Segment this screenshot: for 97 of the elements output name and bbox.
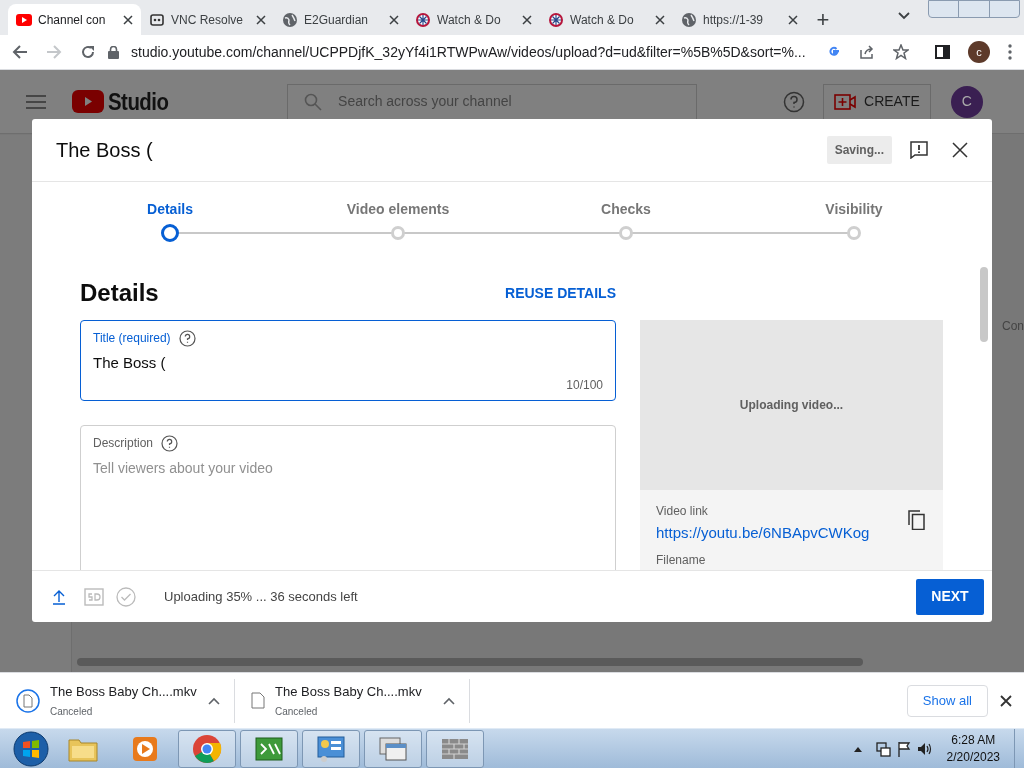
- code-editor-icon[interactable]: [254, 735, 284, 762]
- star-icon[interactable]: [893, 44, 909, 60]
- back-icon[interactable]: [12, 44, 28, 60]
- flag-icon[interactable]: [896, 740, 911, 757]
- help-icon[interactable]: [178, 329, 196, 347]
- scrollbar-thumb[interactable]: [980, 267, 988, 342]
- tab-title: VNC Resolve: [171, 11, 245, 29]
- download-filename: The Boss Baby Ch....mkv: [275, 682, 423, 701]
- step-label[interactable]: Visibility: [825, 199, 883, 220]
- control-panel-icon[interactable]: [316, 734, 346, 763]
- robot-icon: [149, 11, 165, 28]
- download-item[interactable]: The Boss Baby Ch....mkv Canceled: [0, 678, 235, 723]
- browser-tab[interactable]: E2Guardian: [274, 4, 407, 35]
- lock-icon: [108, 45, 119, 59]
- step-label[interactable]: Checks: [601, 199, 651, 220]
- download-status: Canceled: [50, 705, 94, 720]
- video-logo-icon: [72, 90, 104, 113]
- next-button[interactable]: NEXT: [916, 578, 984, 615]
- start-orb-icon[interactable]: [12, 729, 50, 768]
- upload-icon[interactable]: [52, 588, 66, 605]
- step-label[interactable]: Details: [147, 199, 193, 220]
- reload-icon[interactable]: [80, 44, 96, 60]
- tray-arrow-icon[interactable]: [852, 745, 863, 752]
- close-icon[interactable]: [123, 14, 133, 25]
- close-icon[interactable]: [389, 14, 399, 25]
- close-icon[interactable]: [952, 142, 968, 158]
- globe-icon: [282, 11, 298, 28]
- dialog-title: The Boss (: [56, 138, 154, 163]
- address-bar[interactable]: studio.youtube.com/channel/UCPPDjfK_32yYf4i1RTWPwAw/videos/upload?d=ud&filter=%5B%5D&sort=%...: [108, 38, 809, 66]
- share-icon[interactable]: [859, 44, 875, 60]
- description-field[interactable]: Description Tell viewers about your video: [80, 425, 616, 570]
- video-plus-icon: [834, 93, 857, 110]
- chevron-up-icon[interactable]: [208, 696, 220, 705]
- browser-tab[interactable]: Watch & Do: [540, 4, 673, 35]
- horizontal-scrollbar[interactable]: [77, 658, 863, 666]
- download-filename: The Boss Baby Ch....mkv: [50, 682, 198, 701]
- chevron-up-icon[interactable]: [443, 696, 455, 705]
- field-label: Title (required): [93, 330, 171, 347]
- feedback-icon[interactable]: [910, 141, 928, 159]
- search-placeholder: Search across your channel: [338, 92, 512, 111]
- tab-title: Watch & Do: [437, 11, 502, 29]
- tab-title: https://1-39: [703, 11, 765, 29]
- wheel-icon: [548, 11, 564, 28]
- title-field[interactable]: Title (required) The Boss ( 10/100: [80, 320, 616, 401]
- file-icon: [251, 692, 265, 709]
- browser-tab[interactable]: Channel con: [8, 4, 141, 35]
- tab-title: Channel con: [38, 11, 107, 29]
- download-item[interactable]: The Boss Baby Ch....mkv Canceled: [235, 678, 470, 723]
- upload-progress-text: Uploading 35% ... 36 seconds left: [164, 587, 359, 606]
- side-panel-icon[interactable]: [935, 45, 950, 59]
- browser-tab[interactable]: https://1-39: [673, 4, 806, 35]
- studio-logo[interactable]: Studio: [108, 83, 169, 120]
- url-text: studio.youtube.com/channel/UCPPDjfK_32yYf4i1RTWPwAw/videos/upload?d=ud&filter=%5B%5D&sort=%...: [131, 42, 806, 62]
- window-stack-icon[interactable]: [378, 735, 408, 762]
- tab-title: Watch & Do: [570, 11, 635, 29]
- help-icon[interactable]: [783, 90, 806, 113]
- close-icon[interactable]: [1000, 694, 1012, 707]
- field-label: Video link: [656, 503, 708, 520]
- show-all-button[interactable]: Show all: [906, 684, 988, 717]
- field-value: The Boss (: [93, 353, 166, 373]
- chrome-icon[interactable]: [192, 733, 222, 764]
- media-player-icon[interactable]: [130, 734, 160, 763]
- reuse-details-link[interactable]: REUSE DETAILS: [505, 282, 616, 304]
- clock-time[interactable]: 6:28 AM: [951, 731, 996, 749]
- profile-avatar[interactable]: c: [968, 41, 990, 63]
- help-icon[interactable]: [161, 434, 179, 452]
- close-icon[interactable]: [256, 14, 266, 25]
- browser-tab[interactable]: Watch & Do: [407, 4, 540, 35]
- globe-icon: [681, 11, 697, 28]
- file-progress-icon: [16, 688, 40, 713]
- upload-status-text: Uploading video...: [739, 397, 844, 414]
- field-label: Description: [93, 435, 154, 452]
- check-circle-icon[interactable]: [116, 586, 136, 607]
- close-icon[interactable]: [788, 14, 798, 25]
- browser-tab[interactable]: VNC Resolve: [141, 4, 274, 35]
- chevron-down-icon[interactable]: [897, 11, 911, 21]
- close-icon[interactable]: [522, 14, 532, 25]
- download-status: Canceled: [275, 705, 319, 720]
- field-label: Filename: [656, 551, 706, 569]
- section-heading: Details: [80, 278, 160, 308]
- tab-title: E2Guardian: [304, 11, 370, 29]
- search-icon: [304, 92, 323, 111]
- close-icon[interactable]: [655, 14, 665, 25]
- video-logo-icon: [16, 13, 32, 26]
- wheel-icon: [415, 11, 431, 28]
- network-icon[interactable]: [874, 740, 891, 757]
- video-link[interactable]: https://youtu.be/6NBApvCWKog: [656, 522, 870, 545]
- google-icon[interactable]: [827, 45, 841, 59]
- field-placeholder: Tell viewers about your video: [93, 459, 273, 478]
- clock-date[interactable]: 2/20/2023: [946, 748, 1000, 766]
- new-tab-button[interactable]: +: [806, 4, 840, 35]
- channel-avatar[interactable]: C: [950, 85, 983, 118]
- saving-badge: Saving...: [826, 136, 892, 164]
- step-label[interactable]: Video elements: [346, 199, 450, 220]
- copy-icon[interactable]: [908, 510, 925, 530]
- more-icon[interactable]: [1008, 44, 1012, 60]
- character-counter: 10/100: [566, 377, 603, 394]
